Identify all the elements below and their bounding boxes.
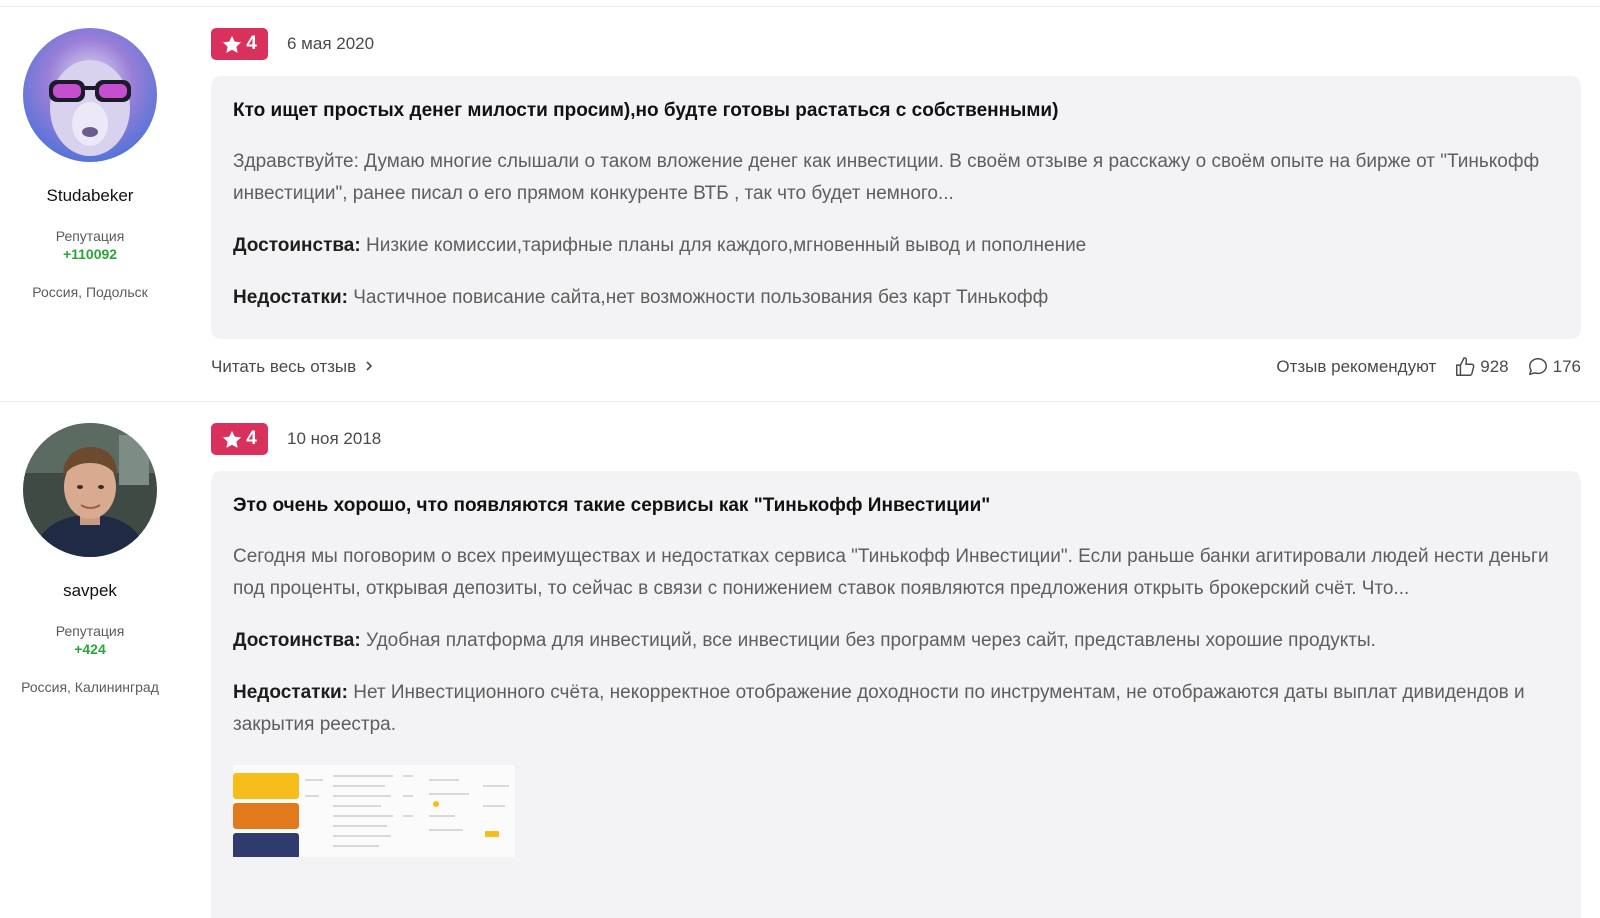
review-title[interactable]: Это очень хорошо, что появляются такие с… bbox=[233, 493, 1559, 519]
avatar[interactable] bbox=[23, 423, 157, 557]
pros-label: Достоинства: bbox=[233, 630, 361, 651]
photo-thumbnail[interactable] bbox=[233, 765, 327, 857]
author-block: savpek Репутация +424 Россия, Калинингра… bbox=[0, 423, 180, 697]
author-location: Россия, Калининград bbox=[21, 679, 159, 695]
rating-value: 4 bbox=[246, 33, 257, 54]
photo-thumbnail[interactable] bbox=[421, 765, 515, 857]
recommend-label: Отзыв рекомендуют bbox=[1276, 357, 1437, 376]
thumbs-up-icon bbox=[1454, 356, 1476, 378]
comments-button[interactable]: 176 bbox=[1527, 356, 1581, 378]
review-excerpt: Сегодня мы поговорим о всех преимущества… bbox=[233, 546, 1549, 599]
avatar[interactable] bbox=[23, 28, 157, 162]
pros-text: Низкие комиссии,тарифные планы для каждо… bbox=[365, 235, 1087, 256]
reputation-value: +110092 bbox=[62, 246, 118, 262]
rating-badge: 4 bbox=[211, 423, 268, 455]
read-more-label: Читать весь отзыв bbox=[211, 357, 357, 376]
review-cons: Недостатки: Нет Инвестиционного счёта, н… bbox=[233, 677, 1559, 741]
review-cons: Недостатки: Частичное повисание сайта,не… bbox=[233, 282, 1559, 314]
review-pros: Достоинства: Низкие комиссии,тарифные пл… bbox=[233, 230, 1559, 262]
review-footer: Читать весь отзыв Отзыв рекомендуют 928 … bbox=[211, 355, 1581, 379]
review-meta: 4 10 ноя 2018 bbox=[211, 423, 381, 455]
cons-text: Нет Инвестиционного счёта, некорректное … bbox=[233, 682, 1525, 735]
star-icon bbox=[222, 35, 242, 54]
photo-thumbnail[interactable] bbox=[327, 765, 421, 857]
review-date: 10 ноя 2018 bbox=[287, 429, 382, 448]
rating-value: 4 bbox=[246, 428, 257, 449]
comment-icon bbox=[1527, 356, 1549, 378]
comment-count: 176 bbox=[1552, 357, 1581, 376]
reputation-value: +424 bbox=[74, 641, 106, 657]
author-block: Studabeker Репутация +110092 Россия, Под… bbox=[0, 28, 180, 302]
review-meta: 4 6 мая 2020 bbox=[211, 28, 374, 60]
read-full-review-link[interactable]: Читать весь отзыв bbox=[211, 357, 374, 377]
author-location: Россия, Подольск bbox=[32, 284, 148, 300]
reputation-label: Репутация bbox=[55, 228, 125, 244]
cons-text: Частичное повисание сайта,нет возможност… bbox=[353, 287, 1049, 308]
pros-text: Удобная платформа для инвестиций, все ин… bbox=[365, 630, 1376, 651]
rating-badge: 4 bbox=[211, 28, 268, 60]
review-card[interactable]: Это очень хорошо, что появляются такие с… bbox=[211, 471, 1581, 918]
review-excerpt: Здравствуйте: Думаю многие слышали о так… bbox=[233, 151, 1540, 204]
review-divider bbox=[0, 401, 1600, 402]
author-name[interactable]: Studabeker bbox=[0, 186, 180, 206]
top-divider bbox=[0, 6, 1600, 7]
review-title[interactable]: Кто ищет простых денег милости просим),н… bbox=[233, 98, 1559, 124]
review-date: 6 мая 2020 bbox=[287, 34, 375, 53]
chevron-right-icon bbox=[364, 357, 374, 377]
author-name[interactable]: savpek bbox=[0, 581, 180, 601]
pros-label: Достоинства: bbox=[233, 235, 361, 256]
cons-label: Недостатки: bbox=[233, 287, 348, 308]
reputation-label: Репутация bbox=[55, 623, 125, 639]
review-card[interactable]: Кто ищет простых денег милости просим),н… bbox=[211, 76, 1581, 339]
star-icon bbox=[222, 430, 242, 449]
like-count: 928 bbox=[1480, 357, 1509, 376]
review-stats: Отзыв рекомендуют 928 176 bbox=[1276, 356, 1581, 378]
like-button[interactable]: 928 bbox=[1454, 356, 1509, 378]
cons-label: Недостатки: bbox=[233, 682, 348, 703]
review-photos bbox=[233, 765, 1559, 857]
review-pros: Достоинства: Удобная платформа для инвес… bbox=[233, 625, 1559, 657]
